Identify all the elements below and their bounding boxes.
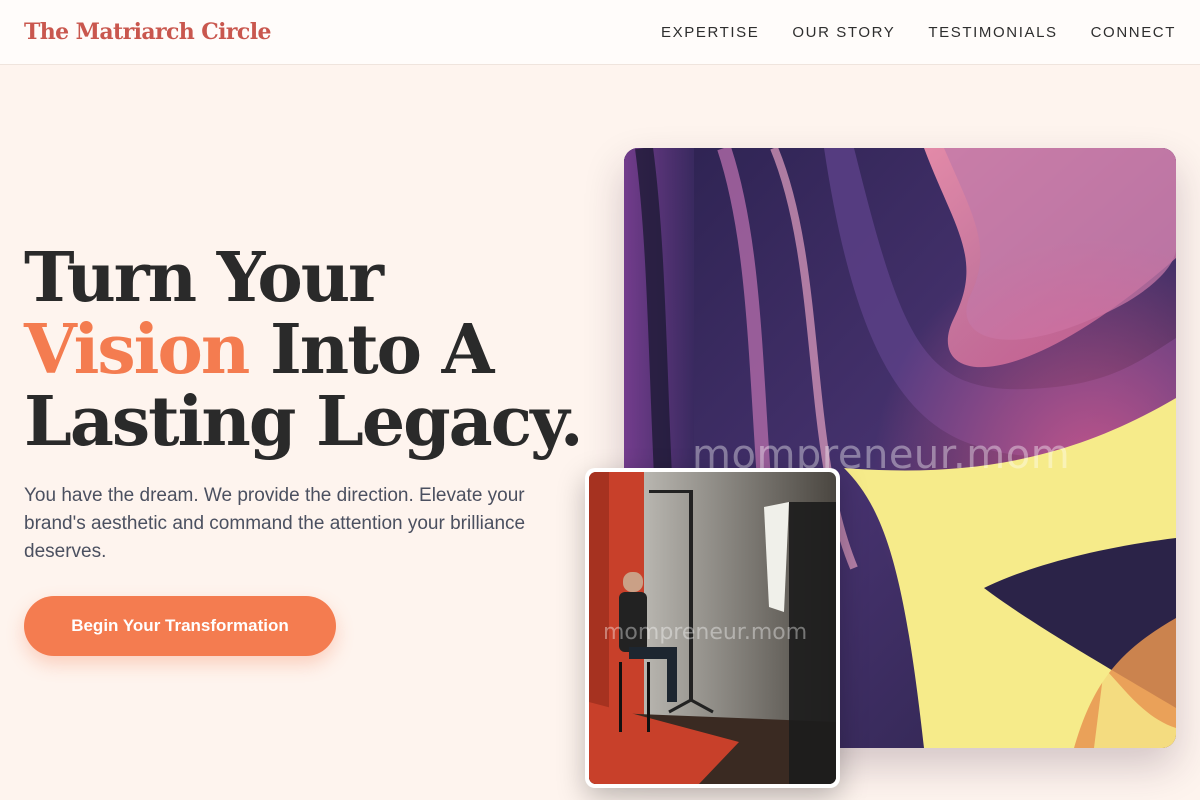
nav-our-story[interactable]: OUR STORY xyxy=(792,24,895,41)
nav-connect[interactable]: CONNECT xyxy=(1091,24,1176,41)
hero-title-accent: Vision xyxy=(24,310,250,390)
studio-photo-graphic xyxy=(589,472,836,784)
hero-title-line2: Into A xyxy=(248,310,494,390)
site-logo[interactable]: The Matriarch Circle xyxy=(24,19,271,45)
studio-photo xyxy=(589,472,836,784)
hero-title-line1: Turn Your xyxy=(24,238,384,318)
begin-transformation-button[interactable]: Begin Your Transformation xyxy=(24,596,336,656)
hero-subtitle: You have the dream. We provide the direc… xyxy=(24,485,526,562)
nav-expertise[interactable]: EXPERTISE xyxy=(661,24,759,41)
hero-title: Turn Your Vision Into A Lasting Legacy. xyxy=(24,242,604,458)
hero-title-line3: Lasting Legacy. xyxy=(24,382,584,462)
studio-photo-frame xyxy=(585,468,840,788)
nav-testimonials[interactable]: TESTIMONIALS xyxy=(928,24,1057,41)
site-header: The Matriarch Circle EXPERTISE OUR STORY… xyxy=(0,0,1200,65)
main-nav: EXPERTISE OUR STORY TESTIMONIALS CONNECT xyxy=(661,24,1176,41)
